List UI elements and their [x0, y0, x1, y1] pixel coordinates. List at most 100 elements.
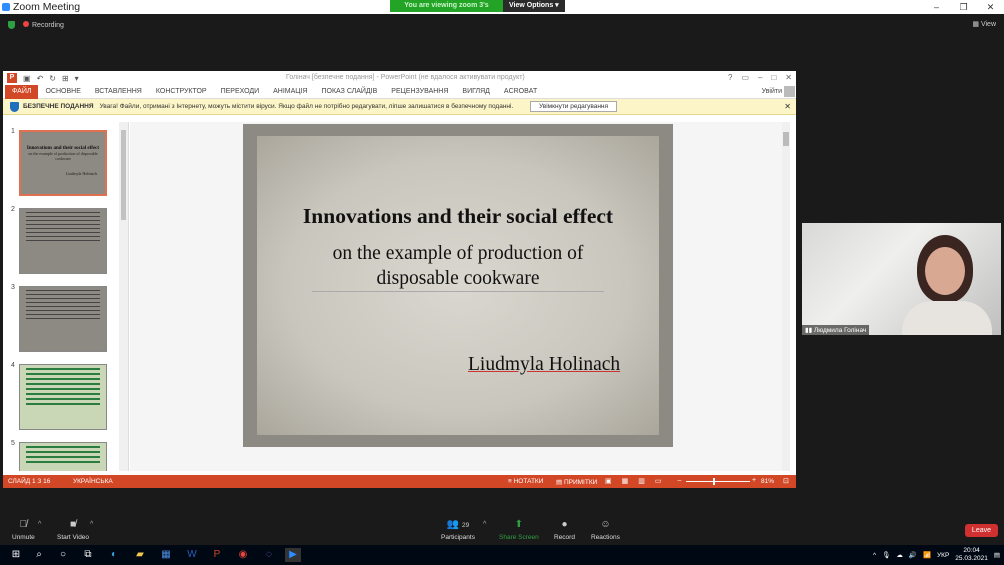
record-label: Record	[554, 534, 575, 541]
user-avatar-icon[interactable]	[784, 86, 795, 97]
thumbnail-slide-4[interactable]	[19, 364, 107, 430]
slideshow-view-icon[interactable]: ▭	[655, 477, 662, 485]
slide-sorter-icon[interactable]: ▦	[622, 477, 629, 485]
tab-slideshow[interactable]: ПОКАЗ СЛАЙДІВ	[315, 85, 385, 99]
thumbnail-item[interactable]: 3	[3, 284, 119, 354]
redo-icon[interactable]: ↻	[49, 74, 56, 83]
participant-video-tile[interactable]: ▮▮ Людмила Голінач	[802, 223, 1001, 335]
cloud-icon[interactable]: ☁	[896, 551, 903, 559]
ppt-close-button[interactable]: ✕	[785, 73, 792, 82]
zoom-slider-knob[interactable]	[712, 478, 715, 485]
ppt-maximize-button[interactable]: □	[771, 73, 776, 82]
tab-acrobat[interactable]: ACROBAT	[497, 85, 544, 99]
scrollbar-thumb[interactable]	[121, 130, 126, 220]
tab-design[interactable]: КОНСТРУКТОР	[149, 85, 214, 99]
tab-transitions[interactable]: ПЕРЕХОДИ	[214, 85, 267, 99]
current-slide[interactable]: Innovations and their social effect on t…	[243, 124, 673, 447]
task-view-icon[interactable]: ⧉	[80, 548, 96, 562]
audio-options-chevron-icon[interactable]: ^	[38, 521, 41, 528]
notes-button[interactable]: ≡ НОТАТКИ	[508, 478, 543, 485]
search-icon[interactable]: ⌕	[31, 548, 47, 562]
windows-start-icon[interactable]: ⊞	[8, 548, 24, 562]
thumb-table-lines	[20, 368, 106, 405]
word-icon[interactable]: W	[184, 548, 200, 562]
view-options-label: View Options	[509, 2, 554, 9]
participants-chevron-icon[interactable]: ^	[483, 521, 486, 528]
tray-chevron-icon[interactable]: ^	[873, 552, 876, 559]
ribbon-display-icon[interactable]: ▭	[741, 73, 749, 82]
save-icon[interactable]: ▣	[23, 74, 31, 83]
thumbnail-item[interactable]: 1 Innovations and their social effect on…	[3, 128, 119, 198]
thumbnail-item[interactable]: 2	[3, 206, 119, 276]
thumbnails-scrollbar[interactable]	[119, 122, 128, 471]
slide-scrollbar[interactable]	[782, 122, 790, 471]
ppt-window-controls: ? ▭ – □ ✕	[728, 73, 792, 82]
tab-view[interactable]: ВИГЛЯД	[455, 85, 497, 99]
unmute-button[interactable]: 🎙̸ Unmute	[12, 519, 35, 541]
enable-editing-button[interactable]: Увімкнути редагування	[530, 101, 618, 112]
language-indicator[interactable]: УКР	[937, 552, 949, 559]
clock[interactable]: 20:04 25.03.2021	[955, 547, 988, 563]
calendar-icon[interactable]: ▦	[158, 548, 174, 562]
leave-button[interactable]: Leave	[964, 524, 998, 537]
thumb-table-lines	[20, 446, 106, 463]
thumbnail-slide-3[interactable]	[19, 286, 107, 352]
viber-icon[interactable]: ◌	[261, 548, 277, 562]
video-options-chevron-icon[interactable]: ^	[90, 521, 93, 528]
tab-animations[interactable]: АНІМАЦІЯ	[266, 85, 314, 99]
view-label: View	[980, 21, 996, 28]
undo-icon[interactable]: ↶	[37, 74, 44, 83]
tab-file[interactable]: ФАЙЛ	[5, 84, 39, 99]
scrollbar-thumb[interactable]	[783, 132, 789, 146]
edge-icon[interactable]: ◐	[106, 548, 122, 562]
share-screen-button[interactable]: ⬆ Share Screen	[499, 519, 539, 541]
close-bar-icon[interactable]: ✕	[784, 102, 791, 111]
close-button[interactable]: ✕	[977, 0, 1004, 14]
tab-insert[interactable]: ВСТАВЛЕННЯ	[88, 85, 149, 99]
zoom-slider[interactable]	[686, 481, 750, 482]
tab-home[interactable]: ОСНОВНЕ	[38, 85, 87, 99]
zoom-out-icon[interactable]: –	[678, 477, 682, 485]
tab-review[interactable]: РЕЦЕНЗУВАННЯ	[384, 85, 455, 99]
thumbnail-slide-2[interactable]	[19, 208, 107, 274]
normal-view-icon[interactable]: ▣	[605, 477, 612, 485]
thumbnail-item[interactable]: 4	[3, 362, 119, 432]
comments-button[interactable]: ▤ ПРИМІТКИ	[556, 478, 597, 486]
signin-link[interactable]: Увійти	[762, 88, 782, 95]
view-button[interactable]: ▦ View	[972, 20, 996, 28]
start-video-button[interactable]: ■̸ Start Video	[57, 519, 89, 541]
reading-view-icon[interactable]: ▥	[638, 477, 645, 485]
powerpoint-icon[interactable]: P	[209, 548, 225, 562]
reactions-button[interactable]: ☺ Reactions	[591, 519, 620, 541]
mic-icon[interactable]: 🎙	[882, 551, 890, 559]
restore-button[interactable]: ❐	[950, 0, 977, 14]
cortana-icon[interactable]: ○	[55, 548, 71, 562]
view-options-button[interactable]: View Options ▾	[503, 0, 565, 12]
zoom-titlebar: Zoom Meeting You are viewing zoom 3's sc…	[0, 0, 1004, 21]
help-icon[interactable]: ?	[728, 73, 732, 82]
record-icon: ●	[561, 519, 568, 530]
minimize-button[interactable]: –	[923, 0, 950, 14]
reactions-icon: ☺	[600, 519, 611, 530]
security-shield-icon[interactable]	[8, 21, 15, 29]
volume-icon[interactable]: 🔊	[909, 551, 917, 559]
chrome-icon[interactable]: ◉	[235, 548, 251, 562]
participants-button[interactable]: 👥 29 Participants	[441, 519, 475, 541]
slideshow-icon[interactable]: ⊞	[62, 74, 69, 83]
participant-body	[902, 301, 992, 335]
ppt-minimize-button[interactable]: –	[758, 73, 762, 82]
network-icon[interactable]: 📶	[923, 551, 931, 559]
language-indicator[interactable]: УКРАЇНСЬКА	[73, 478, 113, 485]
record-button[interactable]: ● Record	[554, 519, 575, 541]
customize-qat-icon[interactable]: ▾	[75, 74, 79, 83]
zoom-taskbar-icon[interactable]: ▶	[285, 548, 301, 562]
file-explorer-icon[interactable]: ▰	[132, 548, 148, 562]
thumbnail-number: 1	[11, 128, 15, 135]
thumbnail-slide-5[interactable]	[19, 442, 107, 471]
thumbnail-slide-1[interactable]: Innovations and their social effect on t…	[19, 130, 107, 196]
thumbnail-item[interactable]: 5	[3, 440, 119, 471]
zoom-percentage[interactable]: 81%	[761, 478, 774, 485]
notifications-icon[interactable]: ▤	[994, 551, 1000, 559]
fit-slide-icon[interactable]: ⊡	[783, 477, 789, 485]
zoom-in-icon[interactable]: +	[752, 477, 756, 484]
